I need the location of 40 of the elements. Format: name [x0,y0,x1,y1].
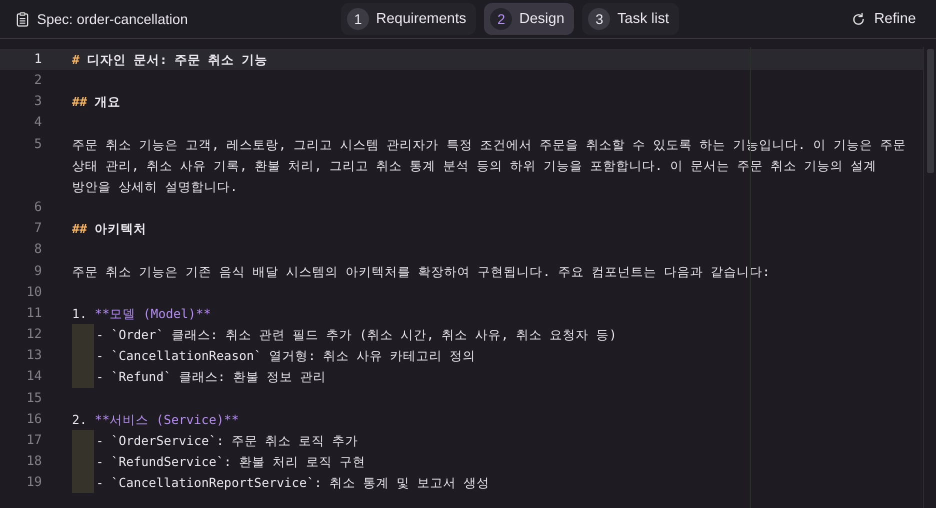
line-number: 17 [25,432,43,450]
line-number: 16 [25,410,43,429]
bullet-text: - `Order` 클래스: 취소 관련 필드 추가 (취소 시간, 취소 사유, 취소 요청자 등) [96,326,617,344]
paragraph-text: 주문 취소 기능은 고객, 레스토랑, 그리고 시스템 관리자가 특정 조건에서 주문을 취소할 수 있도록 하는 기능입니다. 이 기능은 주문 상태 관리, 취소 사유 기록, 환불 처리, 그리고 취소 통계 분석 등의 하위 기능을 포함합니다. 이 문서는 주문 취소 기능의 설계 방안을 상세히 설명합니다. [72,136,908,196]
line-number: 2 [33,72,43,90]
list-item-text: 1. **모델 (Model)** [72,304,211,323]
document-icon [16,12,29,26]
spec-title: Spec: order-cancellation [37,11,188,27]
heading-text: ## 개요 [72,93,121,112]
line-number: 12 [25,326,43,344]
refine-button[interactable]: Refine [851,9,916,29]
line-number: 15 [25,390,43,408]
paragraph-text: 주문 취소 기능은 기존 음식 배달 시스템의 아키텍처를 확장하여 구현됩니다. 주요 컴포넌트는 다음과 같습니다: [72,262,770,281]
line-number: 9 [33,262,43,281]
line-number: 1 [33,51,43,69]
line-number: 13 [25,347,43,366]
line-number: 8 [33,241,43,260]
bullet-text: - `CancellationReason` 열거형: 취소 사유 카테고리 정의 [96,347,476,366]
line-number: 6 [33,199,43,218]
bullet-text: - `RefundService`: 환불 처리 로직 구현 [96,452,366,471]
list-item-text: 2. **서비스 (Service)** [72,410,239,429]
scrollbar-thumb[interactable] [927,49,934,173]
line-number: 19 [25,474,43,492]
step-tab[interactable]: 2 Design [484,3,574,35]
line-number: 18 [25,452,43,471]
line-number: 7 [33,220,43,238]
bullet-text: - `OrderService`: 주문 취소 로직 추가 [96,432,358,450]
bullet-text: - `Refund` 클래스: 환불 정보 관리 [96,368,326,386]
line-number: 14 [25,368,43,386]
line-number: 11 [25,304,43,323]
step-tab[interactable]: 3 Task list [582,3,679,35]
line-number: 3 [33,93,43,112]
heading-text: # 디자인 문서: 주문 취소 기능 [72,51,268,69]
bullet-text: - `CancellationReportService`: 취소 통계 및 보고서 생성 [96,474,490,492]
line-number: 4 [33,114,43,132]
heading-text: ## 아키텍처 [72,220,147,238]
line-number: 5 [33,136,43,154]
step-tab[interactable]: 1 Requirements [341,3,476,35]
line-number: 10 [25,284,43,302]
refresh-icon [851,12,866,26]
